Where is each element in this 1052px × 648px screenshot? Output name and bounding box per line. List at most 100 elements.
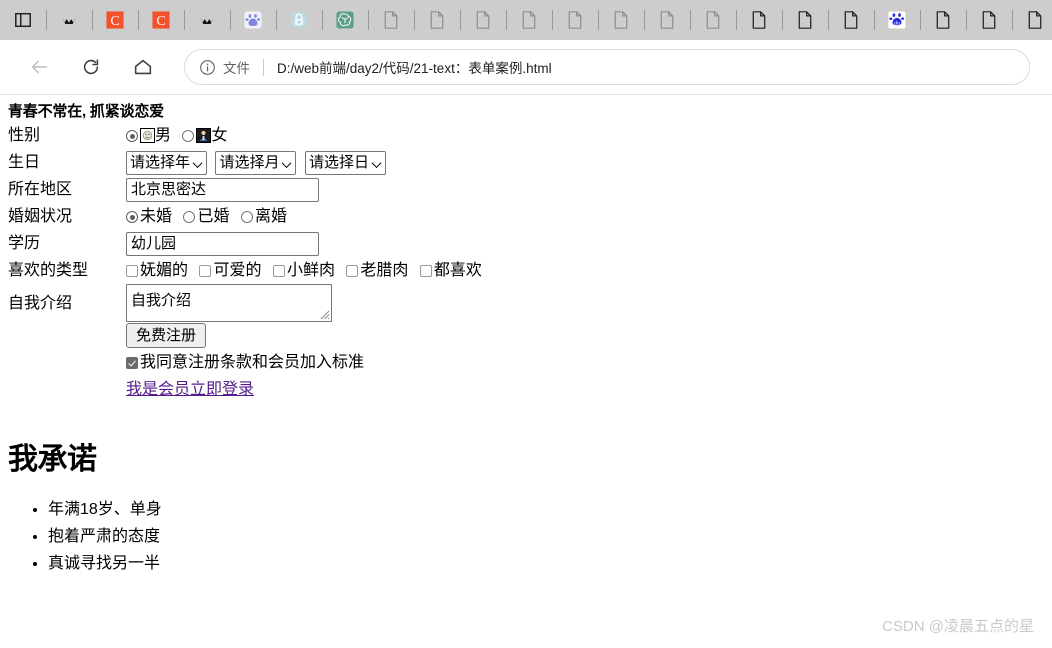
tab-file-13[interactable]: [966, 0, 1012, 40]
type-label-3: 老腊肉: [360, 262, 409, 280]
url-scheme-label: 文件: [223, 61, 250, 76]
tab-file-4[interactable]: [506, 0, 552, 40]
tab-baidu-1[interactable]: [230, 0, 276, 40]
tab-csdn-2[interactable]: [184, 0, 230, 40]
tab-file-5[interactable]: [552, 0, 598, 40]
page-icon: [842, 11, 860, 29]
gender-radio-female[interactable]: [182, 130, 195, 143]
svg-text:C: C: [110, 13, 119, 28]
tab-lock[interactable]: [276, 0, 322, 40]
address-bar[interactable]: 文件 D:/web前端/day2/代码/21-text：表单案例.html: [184, 49, 1030, 85]
tab-c-2[interactable]: C: [138, 0, 184, 40]
tab-file-12[interactable]: [920, 0, 966, 40]
agree-option[interactable]: 我同意注册条款和会员加入标准: [126, 349, 364, 376]
tab-file-10[interactable]: [782, 0, 828, 40]
gender-option-female[interactable]: 女: [182, 122, 227, 149]
browser-chrome: C Cdu 文件 D:/web前端/day2/代码/21-text：表单案例.h…: [0, 0, 1052, 95]
marital-radio-divorced[interactable]: [240, 211, 253, 224]
page-icon: [980, 11, 998, 29]
education-input[interactable]: 幼儿园: [126, 232, 319, 257]
page-icon: [796, 11, 814, 29]
education-field-cell: 幼儿园: [126, 230, 489, 257]
marital-option-married[interactable]: 已婚: [183, 203, 229, 230]
tab-file-7[interactable]: [644, 0, 690, 40]
tab-panel-toggle[interactable]: [0, 0, 46, 40]
agree-checkbox[interactable]: [126, 357, 138, 370]
member-login-link[interactable]: 我是会员立即登录: [126, 381, 254, 398]
type-label-0: 妩媚的: [140, 262, 189, 280]
tab-strip: C Cdu: [0, 0, 1052, 40]
intro-textarea-value: 自我介绍: [131, 292, 192, 310]
marital-option-single[interactable]: 未婚: [126, 203, 172, 230]
tab-file-6[interactable]: [598, 0, 644, 40]
form-row-birthday: 生日 请选择年 请选择月 请选择日: [8, 149, 489, 176]
intro-field-cell: 自我介绍: [126, 284, 489, 323]
birthday-year-select[interactable]: 请选择年: [126, 151, 208, 176]
tab-file-14[interactable]: [1012, 0, 1052, 40]
education-label: 学历: [8, 235, 41, 253]
type-checkbox-1[interactable]: [199, 265, 212, 278]
promise-item: 年满18岁、单身: [48, 496, 1044, 523]
info-circle-icon[interactable]: [199, 59, 216, 76]
birthday-month-select[interactable]: 请选择月: [215, 151, 297, 176]
form-row-marital: 婚姻状况 未婚 已婚 离婚: [8, 203, 489, 230]
type-checkbox-2[interactable]: [272, 265, 285, 278]
type-option-1[interactable]: 可爱的: [199, 257, 261, 284]
page-icon: [520, 11, 538, 29]
type-label-4: 都喜欢: [433, 262, 482, 280]
resize-grip-icon[interactable]: [319, 309, 330, 320]
reload-button[interactable]: [74, 50, 108, 84]
page-icon: [1026, 11, 1044, 29]
male-avatar-icon: [140, 128, 155, 144]
type-option-2[interactable]: 小鲜肉: [272, 257, 335, 284]
type-checkbox-0[interactable]: [126, 265, 138, 278]
home-button[interactable]: [126, 50, 160, 84]
marital-radio-single[interactable]: [126, 211, 138, 224]
tab-file-3[interactable]: [460, 0, 506, 40]
tab-baidu-2[interactable]: du: [874, 0, 920, 40]
back-button[interactable]: [22, 50, 56, 84]
form-row-submit: 免费注册: [8, 322, 489, 349]
region-input[interactable]: 北京思密达: [126, 178, 319, 203]
free-register-button[interactable]: 免费注册: [126, 323, 207, 349]
home-icon: [134, 59, 152, 75]
marital-label: 婚姻状况: [8, 208, 73, 226]
type-option-4[interactable]: 都喜欢: [419, 257, 482, 284]
intro-textarea[interactable]: 自我介绍: [126, 284, 332, 323]
tab-chatgpt[interactable]: [322, 0, 368, 40]
tab-file-9[interactable]: [736, 0, 782, 40]
marital-options: 未婚 已婚 离婚: [126, 203, 489, 230]
gender-label-male: 男: [155, 127, 172, 145]
agree-label: 我同意注册条款和会员加入标准: [140, 354, 365, 372]
tab-c-1[interactable]: C: [92, 0, 138, 40]
tab-csdn-1[interactable]: [46, 0, 92, 40]
type-option-3[interactable]: 老腊肉: [346, 257, 408, 284]
birthday-selects: 请选择年 请选择月 请选择日: [126, 149, 489, 176]
page-icon: [612, 11, 630, 29]
tab-file-1[interactable]: [368, 0, 414, 40]
tab-file-2[interactable]: [414, 0, 460, 40]
chatgpt-icon: [336, 11, 354, 29]
c-logo-icon: C: [106, 11, 124, 29]
promise-list: 年满18岁、单身抱着严肃的态度真诚寻找另一半: [8, 496, 1044, 577]
marital-radio-married[interactable]: [183, 211, 196, 224]
marital-option-divorced[interactable]: 离婚: [240, 203, 287, 230]
page-icon: [428, 11, 446, 29]
login-spacer: [8, 376, 126, 403]
gender-options: 男 女: [126, 122, 489, 149]
page-icon: [750, 11, 768, 29]
gender-option-male[interactable]: 男: [126, 122, 171, 149]
type-option-0[interactable]: 妩媚的: [126, 257, 188, 284]
form-row-login-link: 我是会员立即登录: [8, 376, 489, 403]
type-like-label: 喜欢的类型: [8, 262, 89, 280]
back-arrow-icon: [31, 60, 48, 74]
tab-file-8[interactable]: [690, 0, 736, 40]
gender-radio-male[interactable]: [126, 130, 138, 143]
type-checkbox-3[interactable]: [346, 265, 359, 278]
marital-label-married: 已婚: [197, 208, 230, 226]
type-checkbox-4[interactable]: [419, 265, 432, 278]
birthday-day-select[interactable]: 请选择日: [304, 151, 386, 176]
tab-file-11[interactable]: [828, 0, 874, 40]
gender-label: 性别: [8, 127, 41, 145]
form-title: 青春不常在, 抓紧谈恋爱: [8, 103, 164, 120]
